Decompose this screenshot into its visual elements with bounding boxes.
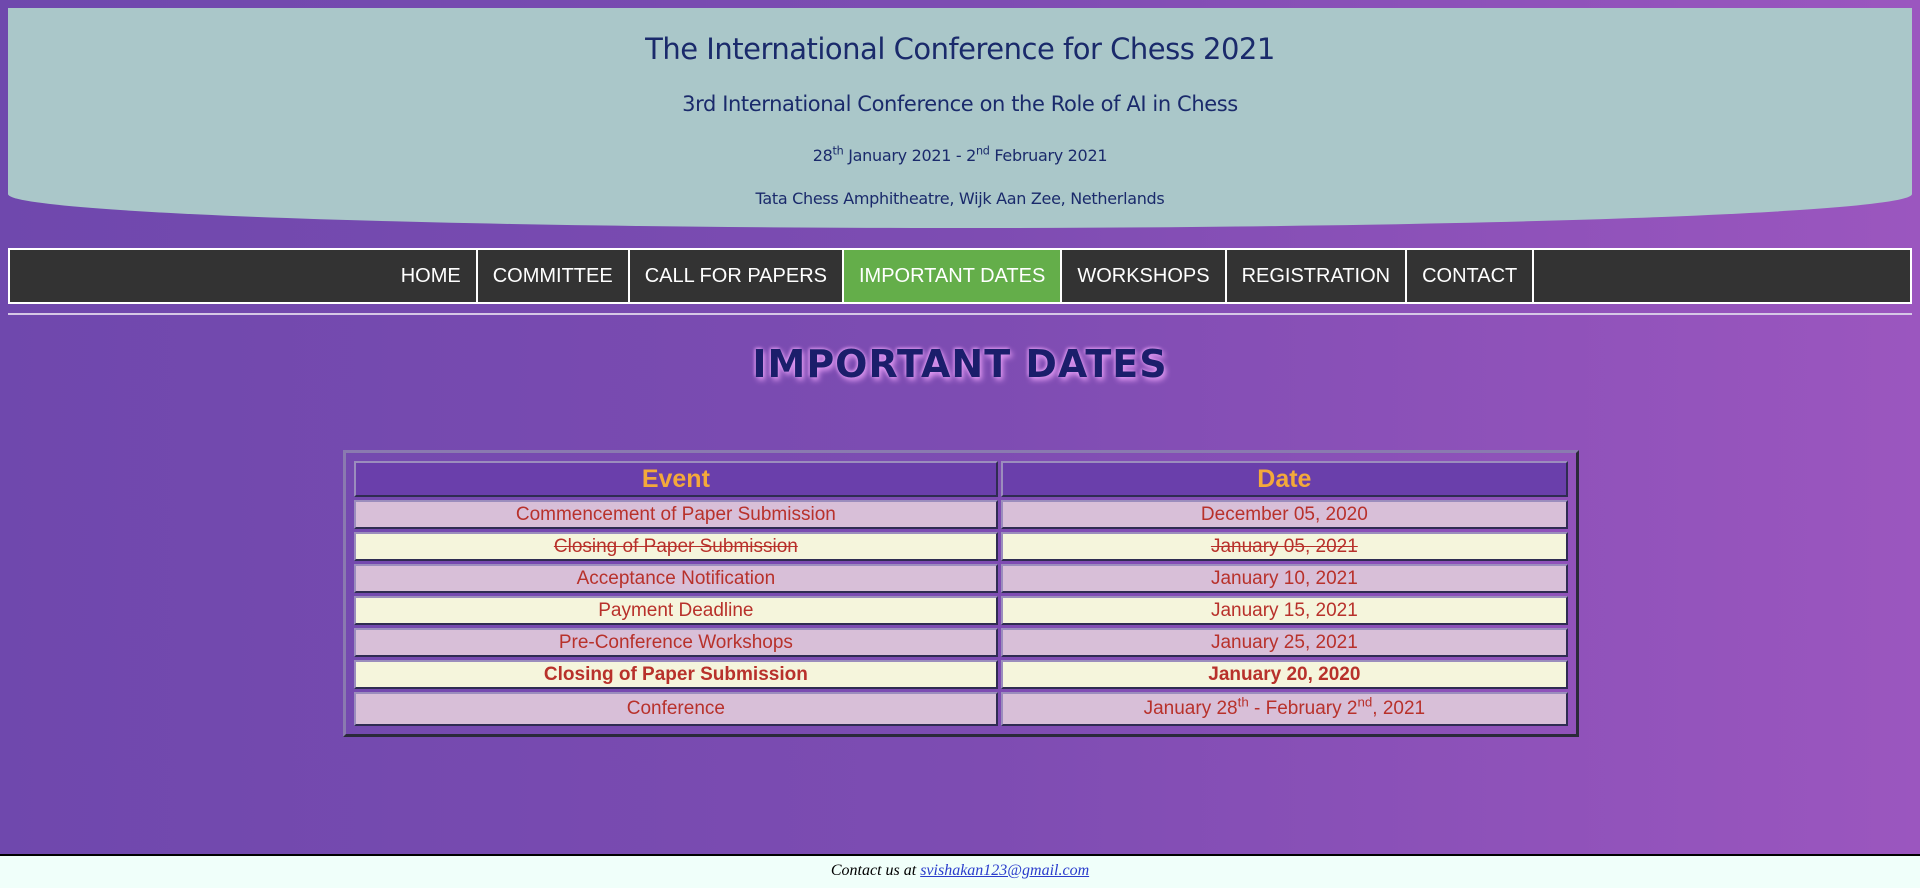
date-cell: January 10, 2021 [1000,564,1568,593]
important-dates-table: Event Date Commencement of Paper Submiss… [343,450,1579,737]
conference-banner: The International Conference for Chess 2… [8,8,1912,228]
dates-part: February 2021 [989,146,1108,165]
date-cell: December 05, 2020 [1000,500,1568,529]
event-cell: Payment Deadline [354,596,998,625]
table-row: Closing of Paper Submission January 05, … [354,532,1568,561]
date-cell: January 25, 2021 [1000,628,1568,657]
table-row: Commencement of Paper Submission Decembe… [354,500,1568,529]
nav-committee[interactable]: COMMITTEE [475,250,628,302]
dates-sup: nd [976,144,990,158]
divider [8,313,1912,315]
date-part: January 28 [1143,698,1238,719]
date-part: , 2021 [1372,698,1426,719]
date-cell: January 20, 2020 [1000,660,1568,689]
nav-home[interactable]: HOME [386,250,476,302]
dates-part: 28 [812,146,833,165]
nav-contact[interactable]: CONTACT [1405,250,1532,302]
date-cell: January 28th - February 2nd, 2021 [1000,692,1568,726]
conference-title: The International Conference for Chess 2… [645,32,1275,66]
event-cell: Pre-Conference Workshops [354,628,998,657]
date-sup: nd [1357,694,1373,710]
date-sup: th [1237,694,1249,710]
date-cell: January 05, 2021 [1000,532,1568,561]
main-nav: HOME COMMITTEE CALL FOR PAPERS IMPORTANT… [8,248,1912,304]
page-title: IMPORTANT DATES [752,342,1168,386]
column-header-date: Date [1000,461,1568,497]
nav-call-for-papers[interactable]: CALL FOR PAPERS [627,250,842,302]
event-cell: Conference [354,692,998,726]
conference-subtitle: 3rd International Conference on the Role… [682,92,1238,116]
conference-dates: 28th January 2021 - 2nd February 2021 [8,146,1912,165]
footer-text: Contact us at [830,862,921,879]
contact-email-link[interactable]: svishakan123@gmail.com [920,862,1089,879]
dates-part: January 2021 - 2 [843,146,977,165]
event-cell: Closing of Paper Submission [354,532,998,561]
event-cell: Closing of Paper Submission [354,660,998,689]
nav-registration[interactable]: REGISTRATION [1224,250,1406,302]
table-row: Closing of Paper Submission January 20, … [354,660,1568,689]
event-cell: Acceptance Notification [354,564,998,593]
column-header-event: Event [354,461,998,497]
table-row: Pre-Conference Workshops January 25, 202… [354,628,1568,657]
table-row: Conference January 28th - February 2nd, … [354,692,1568,726]
dates-sup: th [832,144,844,158]
event-cell: Commencement of Paper Submission [354,500,998,529]
table-row: Acceptance Notification January 10, 2021 [354,564,1568,593]
footer: Contact us at svishakan123@gmail.com [0,854,1920,888]
conference-venue: Tata Chess Amphitheatre, Wijk Aan Zee, N… [755,189,1165,208]
table-row: Payment Deadline January 15, 2021 [354,596,1568,625]
date-part: - February 2 [1248,698,1358,719]
nav-important-dates[interactable]: IMPORTANT DATES [841,250,1061,302]
table-header-row: Event Date [354,461,1568,497]
date-cell: January 15, 2021 [1000,596,1568,625]
nav-workshops[interactable]: WORKSHOPS [1060,250,1224,302]
